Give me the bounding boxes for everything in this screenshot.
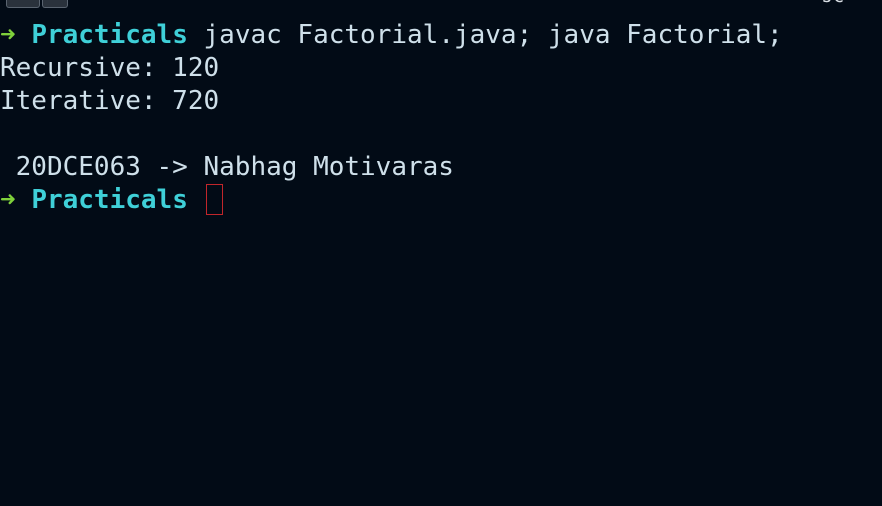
window-tab-stub[interactable] [6,0,40,8]
command-text: javac Factorial.java; java Factorial; [203,20,783,50]
output-line: Iterative: 720 [0,86,220,116]
prompt-line-active[interactable]: ➜ Practicals [0,184,882,217]
window-tab-stub[interactable] [42,0,68,8]
text-cursor[interactable] [205,184,223,215]
current-directory: Practicals [31,20,188,50]
prompt-line: ➜ Practicals javac Factorial.java; java … [0,19,882,52]
arrow-right-icon: ➜ [0,185,16,215]
arrow-right-icon: ➜ [0,20,16,50]
output-line: 20DCE063 -> Nabhag Motivaras [0,152,454,182]
window-top-strip [0,0,882,9]
terminal-output[interactable]: ➜ Practicals javac Factorial.java; java … [0,19,882,217]
output-line: Recursive: 120 [0,53,220,83]
current-directory: Practicals [31,185,188,215]
window-corner-label: JC [822,0,844,7]
